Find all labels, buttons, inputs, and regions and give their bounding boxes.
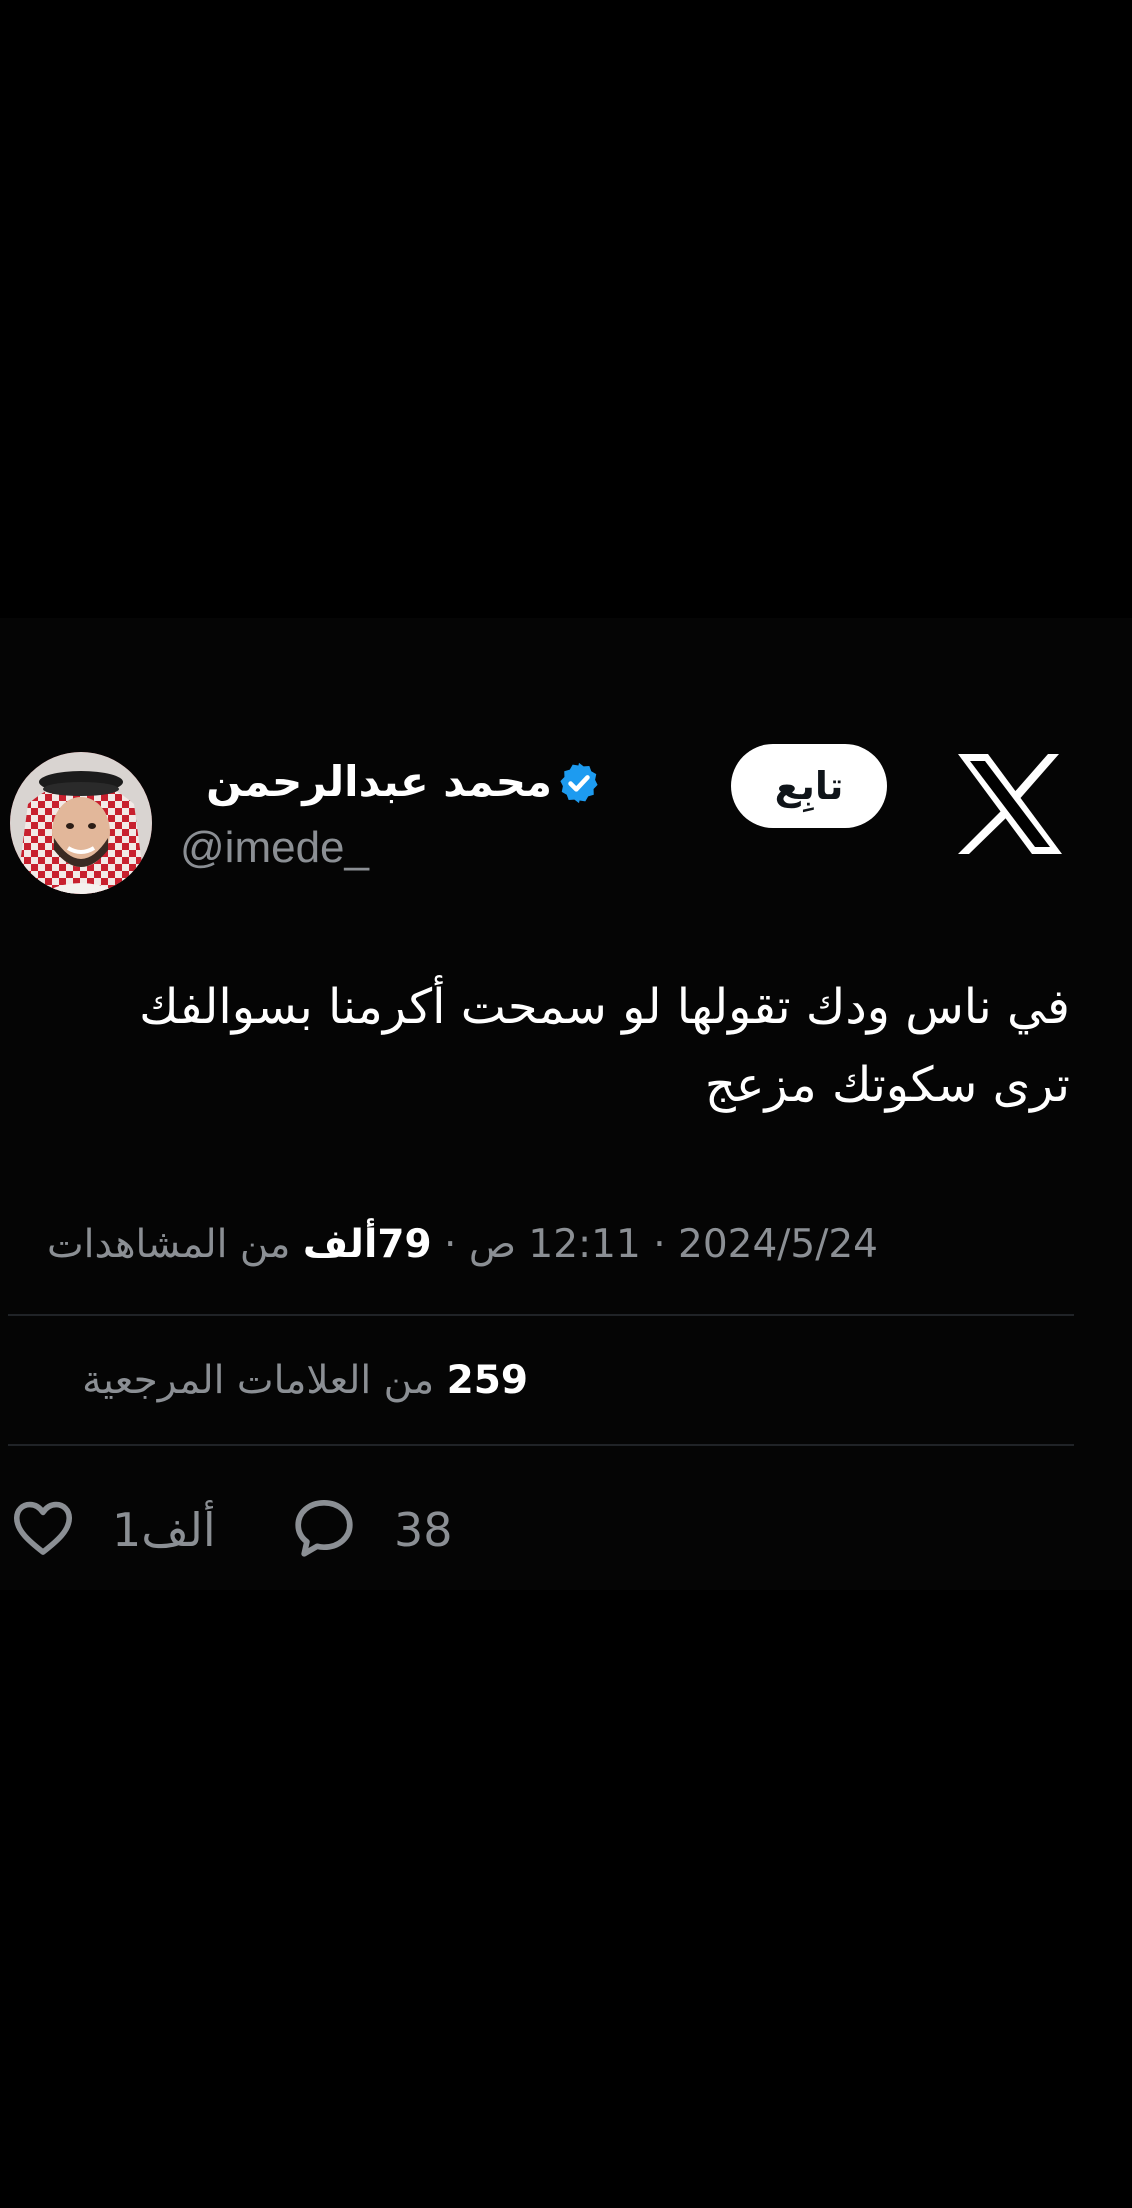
views-label: من المشاهدات <box>46 1222 291 1267</box>
author-name[interactable]: محمد عبدالرحمن <box>178 752 552 812</box>
heart-icon[interactable] <box>8 1492 78 1562</box>
bookmarks-stat[interactable]: 259 من العلامات المرجعية <box>8 1348 528 1414</box>
views-count: 79ألف <box>302 1222 432 1267</box>
tweet-line: ترى سكوتك مزعج <box>704 1057 1070 1113</box>
bookmarks-label: من العلامات المرجعية <box>82 1358 435 1403</box>
divider <box>8 1444 1074 1446</box>
meta-separator: · <box>653 1222 666 1267</box>
avatar[interactable] <box>10 752 152 894</box>
replies-count[interactable]: 38 <box>394 1492 453 1568</box>
bookmarks-count: 259 <box>446 1358 528 1403</box>
author-handle[interactable]: @imede_ <box>180 818 369 878</box>
follow-button[interactable]: تابِع <box>731 744 887 828</box>
verified-badge-icon <box>560 762 598 804</box>
x-logo-icon[interactable] <box>956 752 1064 856</box>
tweet-time[interactable]: 12:11 ص <box>469 1222 641 1267</box>
tweet-text: في ناس ودك تقولها لو سمحت أكرمنا بسوالفك… <box>40 968 1070 1124</box>
meta-separator: · <box>444 1222 457 1267</box>
tweet-meta: 2024/5/24 · 12:11 ص · 79ألف من المشاهدات <box>8 1212 878 1278</box>
likes-count[interactable]: 1ألف <box>112 1492 216 1568</box>
reply-icon[interactable] <box>288 1492 360 1564</box>
tweet-line: في ناس ودك تقولها لو سمحت أكرمنا بسوالفك <box>139 979 1070 1035</box>
tweet-date[interactable]: 2024/5/24 <box>678 1222 878 1267</box>
avatar-photo <box>10 752 152 894</box>
divider <box>8 1314 1074 1316</box>
